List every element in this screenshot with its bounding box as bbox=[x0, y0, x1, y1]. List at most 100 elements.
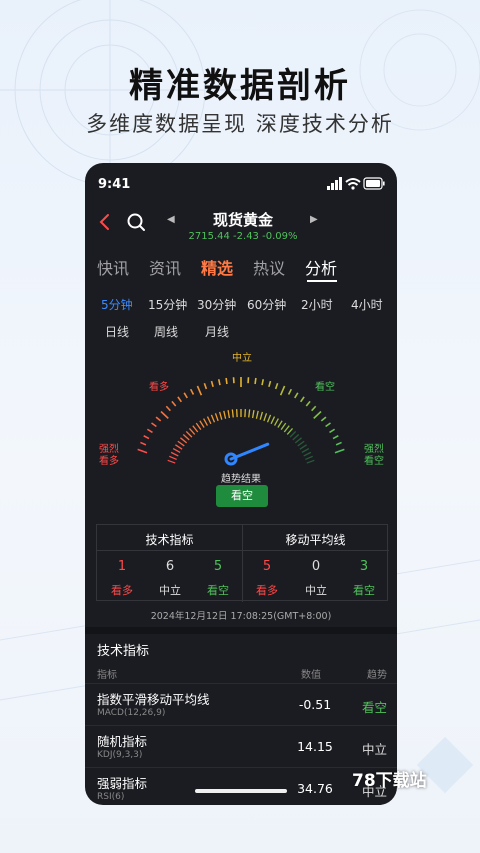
ma-sell-count: 3 bbox=[359, 559, 369, 574]
gauge-outer-tick bbox=[217, 379, 221, 386]
table-row[interactable]: 指数平滑移动平均线 MACD(12,26,9) -0.51 看空 bbox=[85, 683, 397, 725]
gauge-inner-tick bbox=[195, 422, 202, 431]
site-watermark: 78下载站 bbox=[352, 771, 427, 791]
instrument-title: 现货黄金 bbox=[212, 211, 273, 229]
gauge-inner-tick bbox=[273, 418, 279, 426]
gauge-inner-tick bbox=[203, 418, 209, 426]
gauge-inner-tick bbox=[283, 425, 290, 433]
ma-buy-count: 5 bbox=[262, 559, 272, 574]
gauge-inner-tick bbox=[251, 409, 255, 419]
next-arrow-icon[interactable]: ▶ bbox=[310, 214, 318, 225]
tab-featured[interactable]: 精选 bbox=[201, 255, 233, 279]
gauge-inner-tick bbox=[214, 413, 219, 422]
tab-discussion[interactable]: 热议 bbox=[253, 255, 285, 279]
gauge-inner-tick bbox=[259, 411, 264, 420]
table-row[interactable]: 强弱指标 RSI(6) 34.76 中立 bbox=[85, 767, 397, 805]
row-trend: 中立 bbox=[361, 742, 387, 757]
gauge-inner-tick bbox=[192, 425, 199, 433]
gauge-inner-tick bbox=[223, 410, 227, 419]
gauge-outer-tick bbox=[183, 392, 188, 399]
tab-news[interactable]: 资讯 bbox=[149, 255, 181, 279]
status-icons bbox=[327, 177, 385, 190]
gauge-inner-tick bbox=[270, 416, 276, 425]
col-header-trend: 趋势 bbox=[367, 670, 387, 681]
gauge-outer-tick bbox=[146, 428, 153, 434]
phone-screen: 9:41 ◀ 现货黄金 2715.44 -2.43 -0.09% ▶ 快讯 资讯… bbox=[85, 163, 397, 805]
gauge-outer-tick bbox=[287, 388, 293, 395]
tech-sell-count: 5 bbox=[213, 559, 223, 574]
home-indicator[interactable] bbox=[195, 789, 287, 793]
period-30m[interactable]: 30分钟 bbox=[197, 296, 236, 313]
search-icon[interactable] bbox=[125, 211, 147, 233]
gauge-outer-tick bbox=[137, 448, 148, 454]
gauge-outer-tick bbox=[143, 435, 150, 440]
trend-result-label: 趋势结果 bbox=[221, 474, 261, 485]
table-row[interactable]: 随机指标 KDJ(9,3,3) 14.15 中立 bbox=[85, 725, 397, 767]
gauge-label-neutral: 中立 bbox=[232, 353, 252, 364]
tab-underline bbox=[307, 280, 337, 282]
gauge-outer-tick bbox=[279, 385, 286, 396]
tech-indicator-header: 技术指标 bbox=[145, 533, 194, 547]
period-60m[interactable]: 60分钟 bbox=[247, 296, 286, 313]
status-bar: 9:41 bbox=[85, 163, 397, 205]
prev-arrow-icon[interactable]: ◀ bbox=[167, 214, 175, 225]
indicator-summary: 技术指标 移动平均线 1 6 5 看多 中立 看空 5 0 3 看多 中立 看空 bbox=[96, 524, 389, 602]
gauge-outer-tick bbox=[160, 410, 169, 419]
row-value: -0.51 bbox=[298, 697, 332, 712]
gauge-inner-tick bbox=[289, 430, 297, 438]
back-icon[interactable] bbox=[95, 211, 115, 233]
gauge-outer-tick bbox=[171, 400, 177, 407]
trend-result-badge: 看空 bbox=[216, 485, 268, 507]
status-time: 9:41 bbox=[98, 177, 131, 192]
gauge-outer-tick bbox=[165, 405, 171, 412]
gauge-inner-tick bbox=[227, 409, 231, 419]
row-name: 强弱指标 bbox=[97, 776, 148, 791]
gauge-outer-tick bbox=[332, 435, 339, 440]
period-15m[interactable]: 15分钟 bbox=[148, 296, 187, 313]
gauge-inner-tick bbox=[294, 437, 302, 444]
period-daily[interactable]: 日线 bbox=[105, 323, 129, 340]
gauge-outer-tick bbox=[325, 422, 331, 428]
gauge-outer-tick bbox=[274, 383, 279, 390]
gauge-label-buy: 看多 bbox=[149, 382, 169, 393]
gauge-outer-tick bbox=[299, 396, 305, 403]
tech-buy-label: 看多 bbox=[111, 584, 133, 597]
period-5m[interactable]: 5分钟 bbox=[101, 296, 133, 313]
tab-flash[interactable]: 快讯 bbox=[97, 255, 129, 279]
ma-neutral-label: 中立 bbox=[305, 584, 327, 597]
gauge-outer-tick bbox=[155, 416, 162, 422]
period-2h[interactable]: 2小时 bbox=[301, 296, 333, 313]
col-header-value: 数值 bbox=[301, 670, 321, 681]
gauge-inner-tick bbox=[255, 410, 259, 419]
indicator-summary-header: 技术指标 移动平均线 bbox=[97, 525, 389, 551]
promo-subtitle: 多维度数据呈现 深度技术分析 bbox=[86, 112, 394, 136]
gauge-inner-tick bbox=[182, 434, 190, 441]
tech-neutral-label: 中立 bbox=[159, 584, 181, 597]
row-params: KDJ(9,3,3) bbox=[97, 750, 143, 760]
gauge-outer-tick bbox=[313, 410, 322, 419]
row-params: RSI(6) bbox=[97, 792, 125, 802]
period-weekly[interactable]: 周线 bbox=[154, 323, 178, 340]
gauge-inner-tick bbox=[218, 411, 223, 420]
row-value: 14.15 bbox=[297, 739, 333, 754]
gauge-inner-tick bbox=[172, 447, 181, 454]
gauge-inner-tick bbox=[299, 444, 307, 450]
gauge-inner-tick bbox=[297, 440, 305, 447]
row-name: 指数平滑移动平均线 bbox=[97, 692, 210, 707]
gauge-outer-tick bbox=[140, 441, 147, 446]
period-monthly[interactable]: 月线 bbox=[205, 323, 229, 340]
tab-analysis[interactable]: 分析 bbox=[305, 255, 337, 279]
gauge-inner-tick bbox=[277, 420, 283, 428]
tech-buy-count: 1 bbox=[117, 559, 127, 574]
gauge-inner-tick bbox=[292, 434, 300, 441]
gauge-inner-tick bbox=[303, 451, 312, 457]
promo-title: 精准数据剖析 bbox=[129, 66, 351, 106]
gauge-inner-tick bbox=[199, 420, 205, 428]
gauge-inner-tick bbox=[185, 430, 193, 438]
gauge-inner-tick bbox=[286, 428, 294, 435]
gauge-label-sell: 看空 bbox=[315, 382, 335, 393]
period-4h[interactable]: 4小时 bbox=[351, 296, 383, 313]
gauge-outer-tick bbox=[189, 388, 195, 395]
tech-sell-label: 看空 bbox=[207, 584, 229, 597]
gauge-inner-tick bbox=[180, 437, 188, 444]
